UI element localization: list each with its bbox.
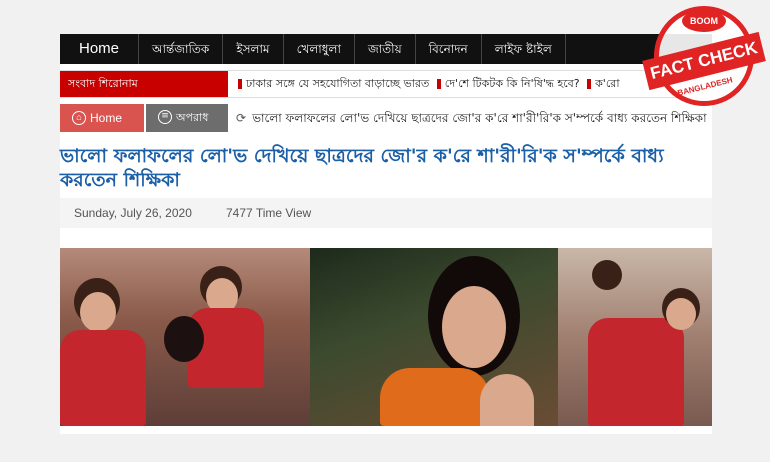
ticker-label: সংবাদ শিরোনাম bbox=[60, 71, 228, 97]
nav-item-national[interactable]: জাতীয় bbox=[355, 34, 416, 64]
ticker-headline[interactable]: দে'শে টিকটক কি নি'ষি'দ্ধ হবে? bbox=[445, 77, 580, 90]
image-panel-center bbox=[310, 248, 558, 426]
ticker-bullet-icon bbox=[238, 79, 242, 89]
breadcrumb-home-button[interactable]: ⌂ Home bbox=[60, 104, 144, 132]
ticker-headline[interactable]: ঢাকার সঙ্গে যে সহযোগিতা বাড়াচ্ছে ভারত bbox=[246, 77, 429, 90]
breadcrumb-category-button[interactable]: ≡ অপরাধ bbox=[146, 104, 228, 132]
nav-item-lifestyle[interactable]: লাইফ ষ্টাইল bbox=[482, 34, 566, 64]
breadcrumb-home-label: Home bbox=[90, 111, 123, 125]
fact-check-stamp: BOOM FACT CHECK BANGLADESH bbox=[640, 2, 768, 120]
nav-item-sports[interactable]: খেলাধুলা bbox=[284, 34, 355, 64]
article-meta: Sunday, July 26, 2020 7477 Time View bbox=[60, 198, 712, 228]
image-panel-left bbox=[60, 248, 310, 426]
nav-item-international[interactable]: আর্ন্তজাতিক bbox=[139, 34, 224, 64]
home-icon: ⌂ bbox=[72, 110, 86, 125]
nav-item-entertainment[interactable]: বিনোদন bbox=[416, 34, 482, 64]
breadcrumb: ⌂ Home ≡ অপরাধ ⟳ ভালো ফলাফলের লো'ভ দেখিয়ে … bbox=[60, 104, 712, 132]
nav-item-islam[interactable]: ইসলাম bbox=[223, 34, 284, 64]
breadcrumb-current-title: ভালো ফলাফলের লো'ভ দেখিয়ে ছাত্রদের জো'র … bbox=[252, 111, 707, 125]
article-headline: ভালো ফলাফলের লো'ভ দেখিয়ে ছাত্রদের জো'র … bbox=[60, 145, 664, 191]
breadcrumb-category-label: অপরাধ bbox=[176, 111, 209, 124]
article-featured-image bbox=[60, 248, 712, 426]
ticker-bullet-icon bbox=[587, 79, 592, 89]
news-page: Home আর্ন্তজাতিক ইসলাম খেলাধুলা জাতীয় ব… bbox=[60, 34, 712, 434]
article-views: 7477 Time View bbox=[226, 206, 312, 220]
ticker-bullet-icon bbox=[436, 79, 441, 89]
ticker-headline[interactable]: ক'রো bbox=[595, 77, 619, 90]
menu-icon: ≡ bbox=[158, 110, 172, 124]
article-date: Sunday, July 26, 2020 bbox=[74, 206, 192, 220]
stamp-brand: BOOM bbox=[682, 10, 726, 32]
nav-item-home[interactable]: Home bbox=[60, 34, 140, 64]
image-panel-right bbox=[558, 248, 712, 426]
main-navigation: Home আর্ন্তজাতিক ইসলাম খেলাধুলা জাতীয় ব… bbox=[60, 34, 712, 64]
refresh-icon: ⟳ bbox=[236, 111, 247, 125]
news-ticker: সংবাদ শিরোনাম ঢাকার সঙ্গে যে সহযোগিতা বা… bbox=[60, 70, 712, 98]
